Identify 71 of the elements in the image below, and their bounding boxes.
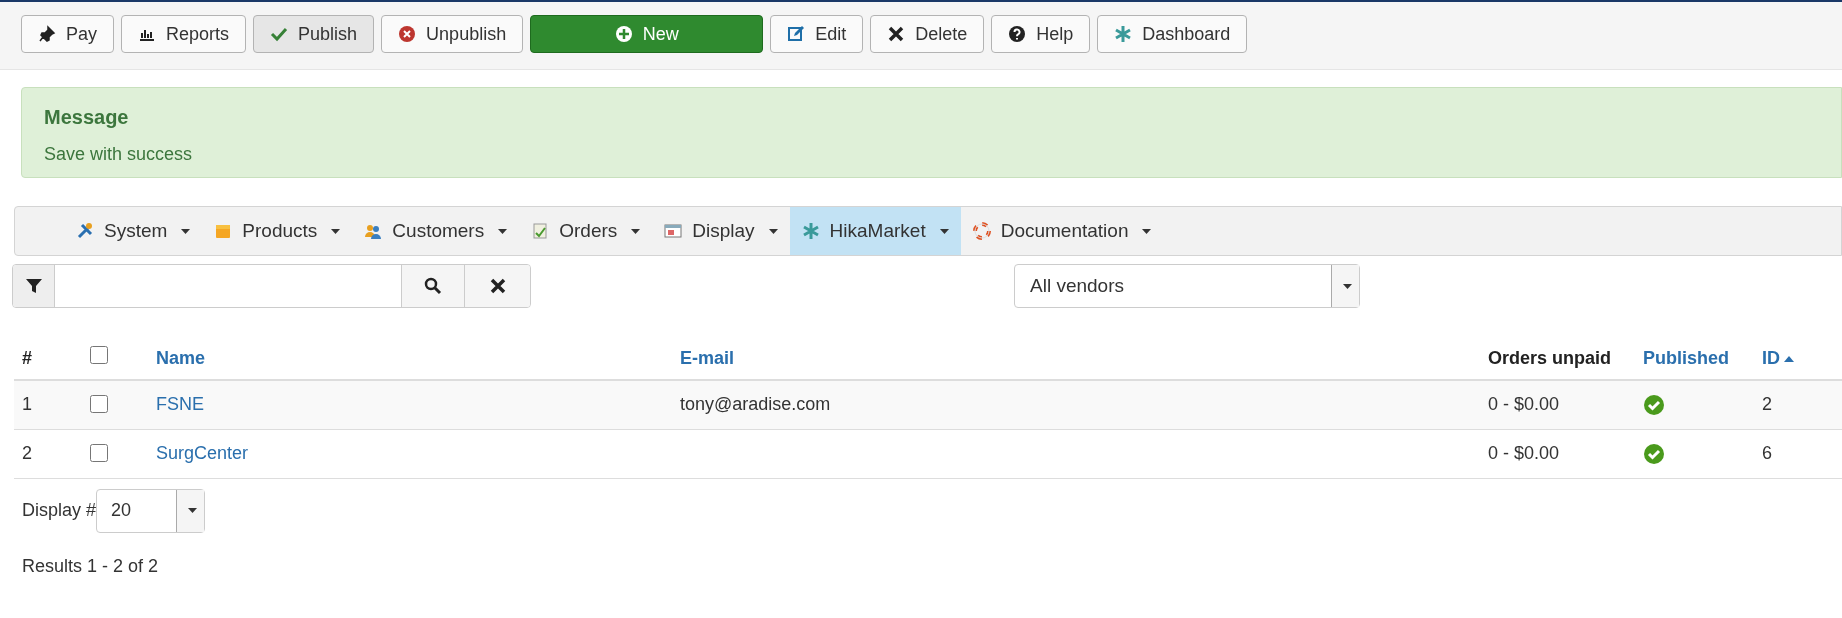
- cancel-circle-icon: [398, 25, 417, 43]
- row-checkbox[interactable]: [90, 443, 108, 462]
- asterisk-icon: [1114, 25, 1133, 43]
- column-header-link[interactable]: Published: [1643, 345, 1729, 372]
- caret-icon: [1142, 228, 1152, 234]
- table-cell: tony@aradise.com: [680, 394, 831, 415]
- document-icon: [531, 222, 550, 240]
- caret-icon: [331, 228, 341, 234]
- menu-item[interactable]: Orders: [519, 207, 653, 255]
- toolbar-button[interactable]: New: [530, 15, 764, 53]
- toolbar-button[interactable]: Help: [991, 15, 1091, 53]
- plus-circle-icon: [614, 25, 633, 43]
- message-text: Save with success: [44, 143, 193, 166]
- published-check-icon[interactable]: [1643, 442, 1665, 465]
- menu-item[interactable]: System: [64, 207, 203, 255]
- table-cell: 2: [1762, 394, 1772, 415]
- box-icon: [214, 222, 233, 240]
- edit-icon: [787, 25, 806, 43]
- table-cell: 2: [22, 443, 32, 463]
- display-count-select[interactable]: 20: [96, 488, 206, 533]
- menu-item[interactable]: Customers: [352, 207, 520, 255]
- toolbar-button[interactable]: Dashboard: [1097, 15, 1248, 53]
- toolbar-button[interactable]: Publish: [253, 15, 375, 53]
- display-label: Display #: [22, 499, 97, 522]
- table-cell: 0 - $0.00: [1488, 394, 1560, 415]
- help-icon: [1008, 25, 1027, 43]
- select-all-checkbox[interactable]: [90, 346, 108, 364]
- search-button[interactable]: [401, 265, 464, 307]
- table-cell: 6: [1762, 443, 1772, 463]
- published-check-icon[interactable]: [1643, 393, 1665, 416]
- toolbar-button[interactable]: Pay: [21, 15, 115, 53]
- asterisk-icon: [801, 222, 820, 240]
- tools-icon: [76, 222, 94, 240]
- toolbar-button[interactable]: Delete: [870, 15, 985, 53]
- pushpin-icon: [38, 25, 56, 43]
- menu-item[interactable]: Display: [652, 207, 790, 255]
- sort-ascending-icon: [1784, 355, 1794, 362]
- caret-icon: [631, 228, 641, 234]
- clear-button[interactable]: [464, 265, 530, 307]
- close-icon: [887, 25, 906, 43]
- table-cell: 0 - $0.00: [1488, 443, 1560, 463]
- menu-item[interactable]: Products: [202, 207, 353, 255]
- menu-item[interactable]: HikaMarket: [789, 207, 961, 255]
- caret-icon: [939, 228, 949, 234]
- vendor-select[interactable]: All vendors: [1014, 264, 1360, 308]
- column-header-link[interactable]: E-mail: [680, 345, 735, 372]
- window-icon: [664, 222, 683, 240]
- caret-icon: [188, 508, 198, 513]
- caret-icon: [1343, 283, 1352, 289]
- column-header-link[interactable]: Name: [156, 345, 206, 372]
- message-title: Message: [44, 105, 129, 130]
- users-icon: [364, 222, 383, 240]
- caret-icon: [498, 228, 508, 234]
- close-icon: [488, 277, 507, 295]
- results-text: Results 1 - 2 of 2: [22, 554, 159, 578]
- toolbar-button[interactable]: Unpublish: [381, 15, 524, 53]
- toolbar-button[interactable]: Edit: [770, 15, 864, 53]
- column-header: #: [22, 347, 32, 370]
- vendor-name-link[interactable]: FSNE: [156, 394, 204, 415]
- toolbar-button[interactable]: Reports: [121, 15, 247, 53]
- menu-item[interactable]: Documentation: [960, 207, 1164, 255]
- row-checkbox[interactable]: [90, 394, 108, 413]
- lifebuoy-icon: [972, 222, 991, 240]
- check-icon: [270, 25, 289, 43]
- search-icon: [424, 277, 442, 295]
- column-header: Orders unpaid: [1488, 347, 1612, 370]
- column-header-link[interactable]: ID: [1762, 345, 1794, 372]
- caret-icon: [768, 228, 778, 234]
- table-cell: 1: [22, 394, 32, 415]
- vendor-name-link[interactable]: SurgCenter: [156, 443, 249, 463]
- caret-icon: [181, 228, 191, 234]
